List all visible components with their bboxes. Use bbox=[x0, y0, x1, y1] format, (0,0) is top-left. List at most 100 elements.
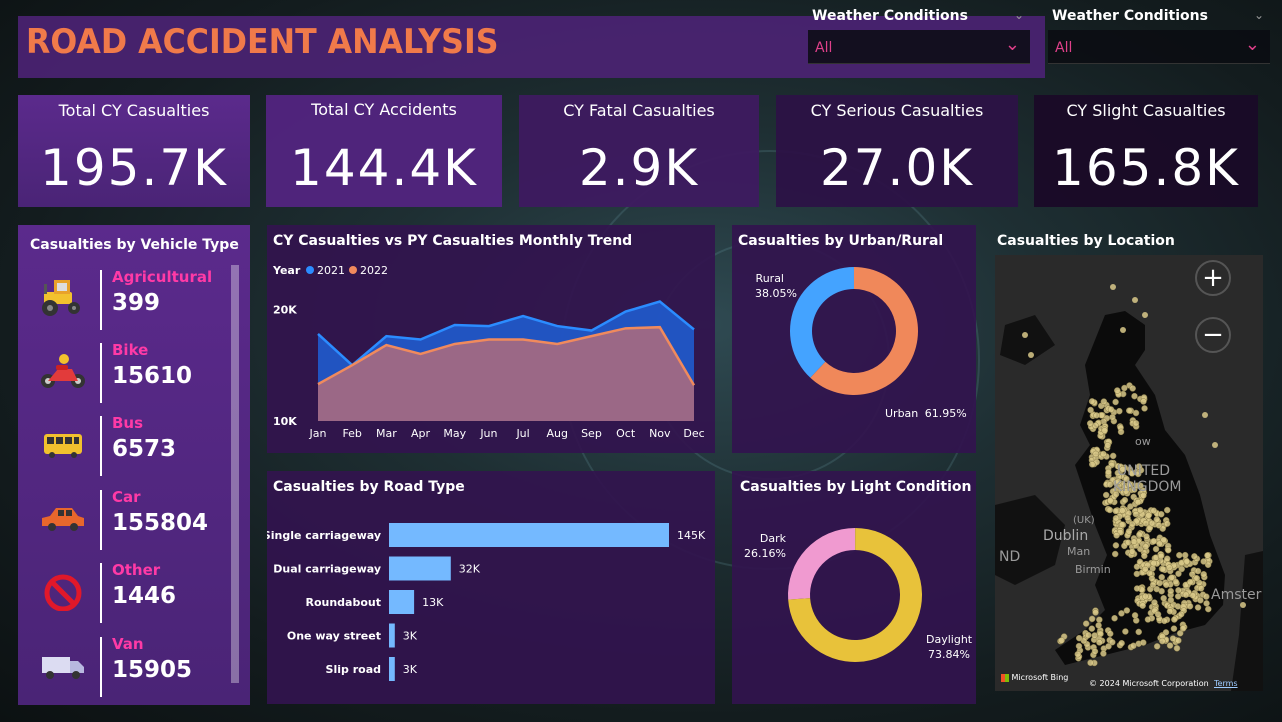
location-dot bbox=[1074, 650, 1082, 658]
location-dot bbox=[1118, 610, 1125, 617]
chevron-down-icon[interactable]: ⌄ bbox=[1014, 8, 1024, 22]
location-dot bbox=[1153, 516, 1161, 523]
location-dot bbox=[1119, 507, 1126, 514]
location-dot bbox=[1118, 521, 1126, 528]
vehicle-name: Van bbox=[112, 635, 144, 653]
zoom-out-button[interactable]: − bbox=[1195, 317, 1231, 353]
location-dot bbox=[1125, 407, 1133, 414]
location-dot bbox=[1203, 593, 1210, 600]
location-dot bbox=[1109, 452, 1117, 460]
vehicle-value: 1446 bbox=[112, 583, 177, 609]
location-dot bbox=[1120, 327, 1126, 333]
location-dot bbox=[1124, 514, 1131, 522]
kpi-total-casualties: Total CY Casualties 195.7K bbox=[18, 95, 250, 207]
bar-category-label: Roundabout bbox=[305, 596, 381, 609]
location-dot bbox=[1197, 597, 1204, 604]
location-dot bbox=[1155, 522, 1163, 529]
location-dot bbox=[1125, 528, 1133, 535]
location-dot bbox=[1181, 551, 1189, 559]
location-dot bbox=[1177, 610, 1185, 618]
kpi-value: 144.4K bbox=[290, 139, 478, 197]
location-dot bbox=[1109, 413, 1116, 421]
map-label-nd: ND bbox=[999, 549, 1020, 565]
bar-category-label: Slip road bbox=[326, 663, 381, 676]
chevron-down-icon[interactable]: ⌄ bbox=[1245, 34, 1260, 55]
location-dot bbox=[1092, 609, 1099, 616]
trend-svg: Year 2021 2022 20K 10K Jan Feb Mar Apr May Jun J… bbox=[272, 264, 705, 440]
separator bbox=[100, 490, 102, 550]
location-dot bbox=[1179, 625, 1187, 632]
vehicle-name: Bus bbox=[112, 414, 144, 432]
weather-slicer-1[interactable]: Weather Conditions ⌄ All ⌄ bbox=[808, 6, 1030, 64]
location-dot bbox=[1166, 607, 1174, 615]
location-dot bbox=[1157, 552, 1165, 560]
prohibited-icon bbox=[44, 574, 82, 611]
weather-slicer-2[interactable]: Weather Conditions ⌄ All ⌄ bbox=[1048, 6, 1270, 64]
separator bbox=[100, 637, 102, 697]
chevron-down-icon[interactable]: ⌄ bbox=[1254, 8, 1264, 22]
location-dot bbox=[1141, 405, 1148, 412]
location-dot bbox=[1129, 385, 1136, 392]
location-dot bbox=[1204, 552, 1211, 559]
location-dot bbox=[1163, 506, 1171, 514]
location-dot bbox=[1113, 532, 1120, 539]
location-dot bbox=[1158, 573, 1165, 581]
bar-value-label: 3K bbox=[403, 663, 418, 676]
bar bbox=[389, 523, 669, 547]
location-dot bbox=[1058, 637, 1065, 644]
location-dot bbox=[1170, 625, 1178, 632]
kpi-value: 27.0K bbox=[819, 139, 975, 197]
location-dot bbox=[1110, 284, 1116, 290]
vehicle-item-other: Other 1446 bbox=[18, 561, 233, 633]
location-dot bbox=[1104, 442, 1111, 449]
terms-link[interactable]: Terms bbox=[1214, 679, 1238, 688]
scrollbar[interactable] bbox=[231, 265, 239, 683]
vehicle-value: 399 bbox=[112, 290, 161, 316]
map-label-birm: Birmin bbox=[1075, 563, 1111, 576]
urban-rural-chart: Casualties by Urban/Rural Rural 38.05% U… bbox=[732, 225, 976, 453]
slicer-value: All bbox=[1055, 40, 1073, 56]
bar-value-label: 13K bbox=[422, 596, 444, 609]
tractor-icon bbox=[42, 280, 80, 316]
y-tick-label: 10K bbox=[273, 415, 297, 428]
location-dot bbox=[1082, 620, 1090, 627]
vehicle-item-bike: Bike 15610 bbox=[18, 341, 233, 413]
daylight-label: Daylight bbox=[926, 633, 973, 646]
bar bbox=[389, 623, 395, 648]
panel-title: Casualties by Vehicle Type bbox=[30, 237, 239, 253]
location-dot bbox=[1107, 497, 1114, 504]
zoom-in-button[interactable]: + bbox=[1195, 260, 1231, 296]
location-dot bbox=[1182, 591, 1190, 598]
bar bbox=[389, 657, 395, 681]
location-dot bbox=[1123, 607, 1131, 614]
location-dot bbox=[1142, 312, 1148, 318]
location-dot bbox=[1186, 602, 1194, 610]
location-dot bbox=[1135, 628, 1142, 636]
location-dot bbox=[1172, 578, 1180, 586]
kpi-title: CY Fatal Casualties bbox=[563, 101, 715, 120]
slicer-dropdown[interactable]: All ⌄ bbox=[808, 30, 1030, 64]
location-dot bbox=[1142, 520, 1150, 527]
bar bbox=[389, 556, 451, 581]
kpi-slight-casualties: CY Slight Casualties 165.8K bbox=[1034, 95, 1258, 207]
location-dot bbox=[1102, 491, 1110, 499]
location-dot bbox=[1141, 552, 1148, 560]
x-tick-label: Aug bbox=[547, 427, 568, 440]
x-tick-label: Jun bbox=[479, 427, 497, 440]
location-dot bbox=[1140, 639, 1147, 646]
location-dot bbox=[1166, 564, 1173, 571]
bar-category-label: Dual carriageway bbox=[273, 563, 381, 576]
road-type-chart: Casualties by Road Type Single carriagew… bbox=[267, 471, 715, 704]
x-tick-label: Sep bbox=[581, 427, 602, 440]
location-dot bbox=[1086, 420, 1094, 427]
x-tick-label: Apr bbox=[411, 427, 431, 440]
location-dot bbox=[1140, 398, 1147, 405]
location-dot bbox=[1186, 578, 1194, 586]
location-dot bbox=[1112, 507, 1120, 515]
location-dot bbox=[1178, 559, 1185, 567]
vehicle-item-car: Car 155804 bbox=[18, 488, 233, 560]
location-dot bbox=[1163, 520, 1171, 527]
slicer-dropdown[interactable]: All ⌄ bbox=[1048, 30, 1270, 64]
x-tick-label: Jan bbox=[309, 427, 327, 440]
chevron-down-icon[interactable]: ⌄ bbox=[1005, 34, 1020, 55]
